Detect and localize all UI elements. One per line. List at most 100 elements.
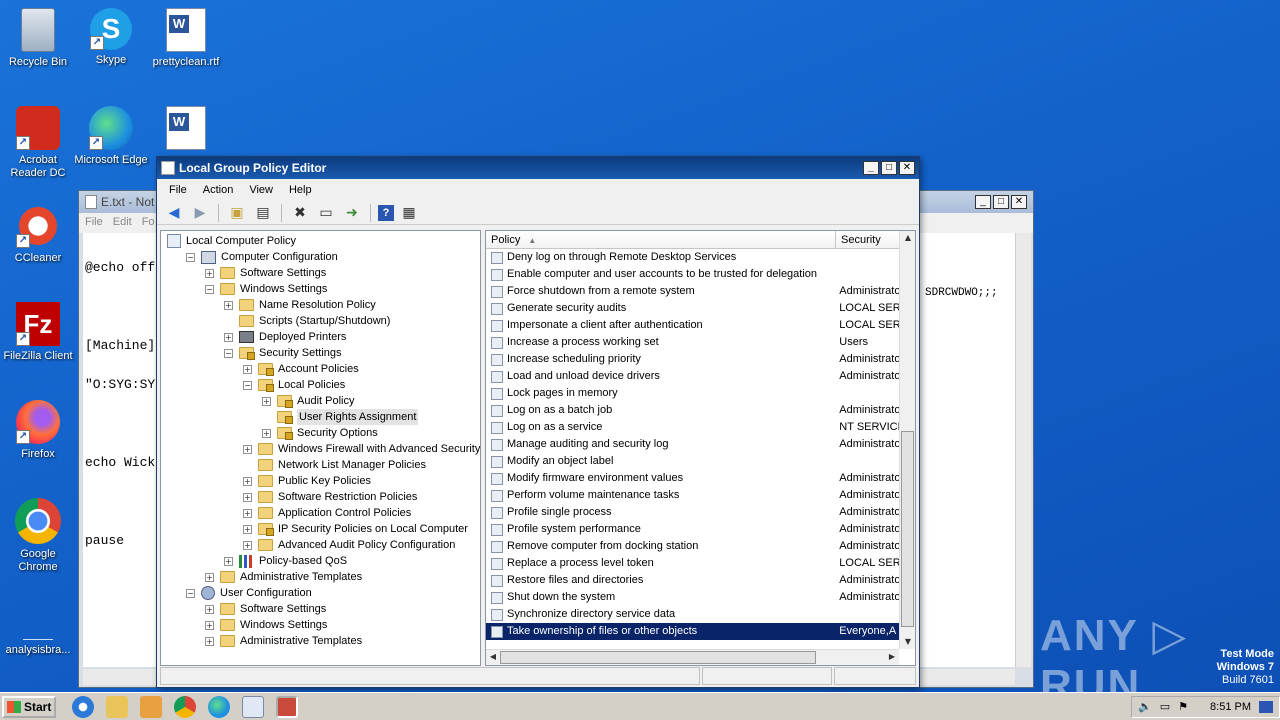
tree-node[interactable]: − Computer Configuration	[186, 249, 338, 265]
desktop-icon-edge[interactable]: ↗ Microsoft Edge	[73, 106, 149, 167]
properties-icon[interactable]: ▭	[315, 203, 337, 223]
expand-icon[interactable]: +	[243, 540, 252, 550]
list-row[interactable]: Restore files and directories Administrat…	[486, 572, 899, 589]
tree-node[interactable]: + Administrative Templates	[205, 633, 362, 649]
scroll-up-arrow-icon[interactable]: ▲	[901, 231, 915, 245]
collapse-icon[interactable]: −	[205, 284, 214, 294]
collapse-icon[interactable]: −	[186, 588, 195, 598]
back-arrow-icon[interactable]: ◀	[163, 203, 185, 223]
expand-icon[interactable]: +	[243, 524, 252, 534]
show-desktop-icon[interactable]	[1259, 700, 1273, 713]
delete-icon[interactable]: ✖	[289, 203, 311, 223]
desktop-icon-ccleaner[interactable]: ↗ CCleaner	[0, 204, 76, 265]
scrollbar-thumb[interactable]	[901, 431, 914, 627]
desktop-icon-skype[interactable]: S ↗ Skype	[73, 8, 149, 67]
list-row[interactable]: Remove computer from docking station Admi…	[486, 538, 899, 555]
show-hide-tree-icon[interactable]: ▤	[252, 203, 274, 223]
expand-icon[interactable]: +	[205, 620, 214, 630]
tree-node[interactable]: + Audit Policy	[262, 393, 354, 409]
tree-node[interactable]: − User Configuration	[186, 585, 312, 601]
internet-explorer-icon[interactable]	[72, 695, 94, 718]
gpo-titlebar[interactable]: Local Group Policy Editor _ □ ✕	[157, 157, 919, 179]
scroll-left-arrow-icon[interactable]: ◀	[486, 650, 500, 664]
list-row[interactable]: Profile single process Administrato	[486, 504, 899, 521]
expand-icon[interactable]: +	[262, 428, 271, 438]
list-row[interactable]: Impersonate a client after authenticatio…	[486, 317, 899, 334]
desktop-icon-recycle-bin[interactable]: Recycle Bin	[0, 8, 76, 69]
column-header-security-setting[interactable]: Security Setti	[836, 231, 901, 248]
list-row[interactable]: Modify an object label	[486, 453, 899, 470]
list-row[interactable]: Shut down the system Administrato	[486, 589, 899, 606]
tree-node[interactable]: − Security Settings	[224, 345, 342, 361]
collapse-icon[interactable]: −	[243, 380, 252, 390]
list-row[interactable]: Load and unload device drivers Administra…	[486, 368, 899, 385]
expand-icon[interactable]: +	[205, 604, 214, 614]
scroll-right-arrow-icon[interactable]: ▶	[885, 650, 899, 664]
clock[interactable]: 8:51 PM	[1210, 701, 1251, 713]
tree-node[interactable]: − Windows Settings	[205, 281, 327, 297]
collapse-icon[interactable]: −	[186, 252, 195, 262]
desktop-icon-firefox[interactable]: ↗ Firefox	[0, 400, 76, 461]
scrollbar-thumb[interactable]	[500, 651, 816, 664]
list-row[interactable]: Generate security audits LOCAL SERV	[486, 300, 899, 317]
expand-icon[interactable]: +	[224, 332, 233, 342]
list-row[interactable]: Synchronize directory service data	[486, 606, 899, 623]
desktop-icon-filezilla[interactable]: Fz ↗ FileZilla Client	[0, 302, 76, 363]
list-row[interactable]: Profile system performance Administrato	[486, 521, 899, 538]
list-row[interactable]: Replace a process level token LOCAL SERV	[486, 555, 899, 572]
menu-format[interactable]: Fo	[142, 216, 155, 230]
tree-node[interactable]: + Advanced Audit Policy Configuration	[243, 537, 455, 553]
expand-icon[interactable]: +	[224, 556, 233, 566]
list-row[interactable]: Take ownership of files or other objects…	[486, 623, 899, 640]
tree-node[interactable]: + Account Policies	[243, 361, 359, 377]
maximize-button[interactable]: □	[881, 161, 897, 175]
menu-file[interactable]: File	[85, 216, 103, 230]
chrome-icon[interactable]	[174, 695, 196, 718]
help-icon[interactable]: ?	[378, 204, 394, 221]
desktop-icon-prettyclean[interactable]: W prettyclean.rtf	[148, 8, 224, 69]
menu-action[interactable]: Action	[195, 184, 242, 196]
expand-icon[interactable]: +	[205, 572, 214, 582]
list-row[interactable]: Log on as a batch job Administrato	[486, 402, 899, 419]
expand-icon[interactable]: +	[262, 396, 271, 406]
gpo-editor-window[interactable]: Local Group Policy Editor _ □ ✕ File Act…	[156, 156, 920, 688]
desktop-icon-word-doc[interactable]: W	[148, 106, 224, 154]
list-row[interactable]: Log on as a service NT SERVICE\	[486, 419, 899, 436]
file-explorer-icon[interactable]	[106, 695, 128, 718]
volume-icon[interactable]: 🔈	[1138, 700, 1152, 713]
collapse-icon[interactable]: −	[224, 348, 233, 358]
tree-node[interactable]: − Local Policies	[243, 377, 345, 393]
tree-node[interactable]: + Administrative Templates	[205, 569, 362, 585]
list-row[interactable]: Deny log on through Remote Desktop Servi…	[486, 249, 899, 266]
expand-icon[interactable]: +	[224, 300, 233, 310]
tree-node[interactable]: + Software Restriction Policies	[243, 489, 417, 505]
expand-icon[interactable]: +	[243, 364, 252, 374]
tree-node[interactable]: + Software Settings	[205, 265, 326, 281]
tree-node[interactable]: + Deployed Printers	[224, 329, 346, 345]
menu-help[interactable]: Help	[281, 184, 320, 196]
tree-node[interactable]: + Software Settings	[205, 601, 326, 617]
close-button[interactable]: ✕	[899, 161, 915, 175]
tree-node[interactable]: + IP Security Policies on Local Computer	[243, 521, 468, 537]
maximize-button[interactable]: □	[993, 195, 1009, 209]
tree-node[interactable]: User Rights Assignment	[262, 409, 419, 425]
list-row[interactable]: Increase a process working set Users	[486, 334, 899, 351]
tree-node[interactable]: + Policy-based QoS	[224, 553, 347, 569]
media-player-icon[interactable]	[140, 695, 162, 718]
tree-node[interactable]: Network List Manager Policies	[243, 457, 426, 473]
menu-view[interactable]: View	[241, 184, 281, 196]
list-horizontal-scrollbar[interactable]: ◀ ▶	[486, 649, 899, 665]
policy-list[interactable]: Policy▲ Security Setti Deny log on throu…	[485, 230, 916, 666]
desktop-icon-chrome[interactable]: Google Chrome	[0, 498, 76, 574]
menu-edit[interactable]: Edit	[113, 216, 132, 230]
close-button[interactable]: ✕	[1011, 195, 1027, 209]
expand-icon[interactable]: +	[205, 636, 214, 646]
forward-arrow-icon[interactable]: ▶	[189, 203, 211, 223]
up-folder-icon[interactable]: ▣	[226, 203, 248, 223]
notepad-vertical-scrollbar[interactable]	[1015, 233, 1031, 667]
tree-node[interactable]: + Windows Settings	[205, 617, 327, 633]
tree-node[interactable]: + Application Control Policies	[243, 505, 411, 521]
desktop-icon-analysis[interactable]: analysisbra...	[0, 618, 76, 657]
expand-icon[interactable]: +	[205, 268, 214, 278]
notepad-icon[interactable]	[242, 695, 264, 718]
